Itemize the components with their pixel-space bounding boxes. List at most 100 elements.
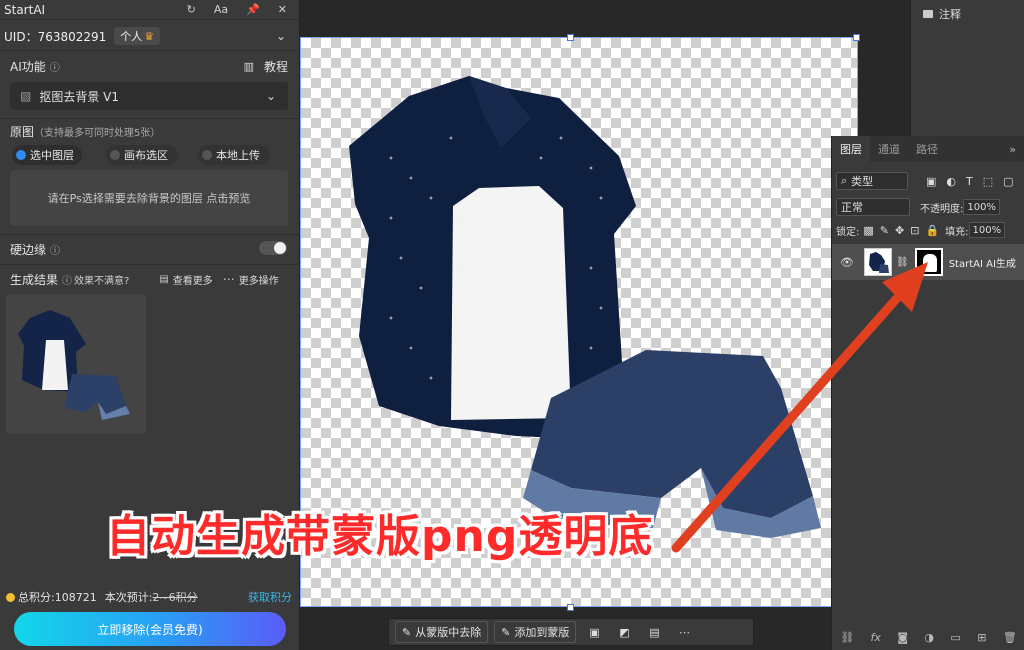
divider [0,118,300,119]
source-option-label: 选中图层 [30,149,74,162]
plugin-titlebar: StartAI ↻ Aa 📌 ✕ [0,0,299,20]
preview-hint-text: 请在Ps选择需要去除背景的图层 点击预览 [47,192,251,205]
more-ops-link[interactable]: 更多操作 [239,272,279,287]
adjustment-layer-icon[interactable]: ◑ [924,631,934,644]
remove-now-button[interactable]: 立即移除(会员免费) [14,612,286,646]
layer-row[interactable]: 👁 ⛓ StartAI AI生成 [832,244,1024,280]
brush-icon: ✎ [501,625,511,639]
divider [0,264,300,265]
shape-filter-icon[interactable]: ⬚ [983,175,993,188]
source-option-label: 本地上传 [216,149,260,162]
pin-icon[interactable]: 📌 [246,3,260,16]
transform-handle[interactable] [567,34,574,41]
tab-channels[interactable]: 通道 [870,136,908,162]
more-options-icon[interactable]: ⋯ [672,622,696,642]
smart-filter-icon[interactable]: ▢ [1003,175,1013,188]
opacity-input[interactable]: 100% [963,199,1000,215]
get-points-link[interactable]: 获取积分 [248,589,292,605]
preview-hint-box[interactable]: 请在Ps选择需要去除背景的图层 点击预览 [10,170,288,226]
fx-icon[interactable]: fx [871,631,881,644]
new-group-icon[interactable]: ▭ [950,631,960,644]
search-icon: ⌕ [841,174,848,187]
layers-panel: 图层 通道 路径 » ⌕ 类型 ▣ ◐ T ⬚ ▢ 正常 不透明度: 100% … [831,136,1024,650]
chevron-down-icon[interactable]: ⌄ [276,29,286,43]
info-icon[interactable]: ⓘ [62,272,72,287]
grid-icon: ▤ [159,273,169,285]
remove-from-mask-button[interactable]: ✎ 从蒙版中去除 [395,621,489,643]
trash-icon[interactable]: 🗑 [1003,631,1017,644]
tutorial-link[interactable]: 教程 [264,58,288,75]
link-layers-icon[interactable]: ⛓ [840,631,854,644]
divider [0,234,300,235]
hatch-icon: ▧ [20,89,32,103]
note-icon [923,10,933,18]
invert-mask-icon[interactable]: ◩ [612,622,636,642]
divider [0,50,300,51]
lock-transparent-icon[interactable]: ▩ [863,224,873,237]
transform-handle[interactable] [567,604,574,611]
fill-label: 填充: [945,226,969,238]
mask-options-icon[interactable]: ▣ [582,622,606,642]
chevron-down-icon: ⌄ [265,89,276,103]
user-badge[interactable]: 个人 ♛ [114,27,161,45]
adjustment-filter-icon[interactable]: ◐ [946,175,956,188]
transform-handle[interactable] [853,34,860,41]
results-row: 生成结果 ⓘ 效果不满意? ▤ 查看更多 ⋯ 更多操作 [0,270,300,288]
add-to-mask-button[interactable]: ✎ 添加到蒙版 [494,621,577,643]
layer-thumbnail [864,248,892,276]
lock-paint-icon[interactable]: ✎ [880,224,889,237]
layer-filter-value: 类型 [851,175,874,188]
source-option-canvas-selection[interactable]: 画布选区 [106,145,178,165]
close-icon[interactable]: ✕ [278,3,287,16]
layer-name[interactable]: StartAI AI生成 [949,255,1016,270]
info-icon[interactable]: ⓘ [50,59,60,74]
layers-footer: ⛓ fx ◙ ◑ ▭ ⊞ 🗑 [832,624,1024,650]
add-mask-icon[interactable]: ◙ [897,631,908,644]
opacity-label: 不透明度: [920,203,964,215]
image-filter-icon[interactable]: ▣ [926,175,936,188]
original-row: 原图 （支持最多可同时处理5张） [0,122,300,140]
overlay-caption: 自动生成带蒙版png透明底 [106,511,654,562]
blend-mode-select[interactable]: 正常 [836,198,910,216]
remove-now-button-label: 立即移除(会员免费) [97,622,203,637]
info-icon[interactable]: ⓘ [50,242,60,257]
fill-input[interactable]: 100% [968,222,1006,238]
layer-thumbnail-image [869,252,889,273]
tab-layers[interactable]: 图层 [832,136,870,162]
layer-filter-select[interactable]: ⌕ 类型 [836,172,908,190]
source-option-selected-layer[interactable]: 选中图层 [12,145,82,165]
layer-mask-thumbnail[interactable] [914,248,943,276]
white-top [451,186,571,420]
hard-edge-toggle[interactable] [259,241,287,255]
eye-icon[interactable]: 👁 [838,256,856,269]
ai-function-label: AI功能 [10,59,46,74]
source-option-local-upload[interactable]: 本地上传 [198,145,270,165]
new-layer-icon[interactable]: ⊞ [977,631,986,644]
feature-select[interactable]: ▧ 抠图去背景 V1 ⌄ [10,82,288,110]
view-more-link[interactable]: 查看更多 [173,272,213,287]
type-filter-icon[interactable]: T [966,175,973,188]
font-size-icon[interactable]: Aa [214,3,228,16]
blend-mode-value: 正常 [841,201,863,214]
mask-properties-icon[interactable]: ▤ [642,622,666,642]
total-points: 总积分:108721 [18,591,97,604]
chain-link-icon[interactable]: ⛓ [896,257,909,268]
notes-item[interactable]: 注释 [923,6,961,22]
refresh-icon[interactable]: ↻ [187,3,196,16]
lock-row: 锁定: ▩ ✎ ✥ ⊡ 🔒 填充: 100% [832,220,1024,240]
lock-artboard-icon[interactable]: ⊡ [910,224,919,237]
brush-icon: ✎ [402,625,412,639]
tab-paths[interactable]: 路径 [908,136,946,162]
result-thumbnail[interactable] [6,294,146,434]
original-note: （支持最多可同时处理5张） [34,127,161,139]
lock-move-icon[interactable]: ✥ [895,224,904,237]
source-option-label: 画布选区 [124,149,168,162]
original-label: 原图 [10,124,35,139]
panel-menu-icon[interactable]: » [1009,143,1024,156]
unsatisfied-link[interactable]: 效果不满意? [74,272,129,287]
lock-all-icon[interactable]: 🔒 [925,224,939,237]
points-row: 总积分:108721 本次预计: 2~6积分 获取积分 [0,588,300,606]
notes-panel: 注释 [910,0,1024,136]
results-label: 生成结果 [10,272,59,287]
radio-icon [110,150,120,160]
